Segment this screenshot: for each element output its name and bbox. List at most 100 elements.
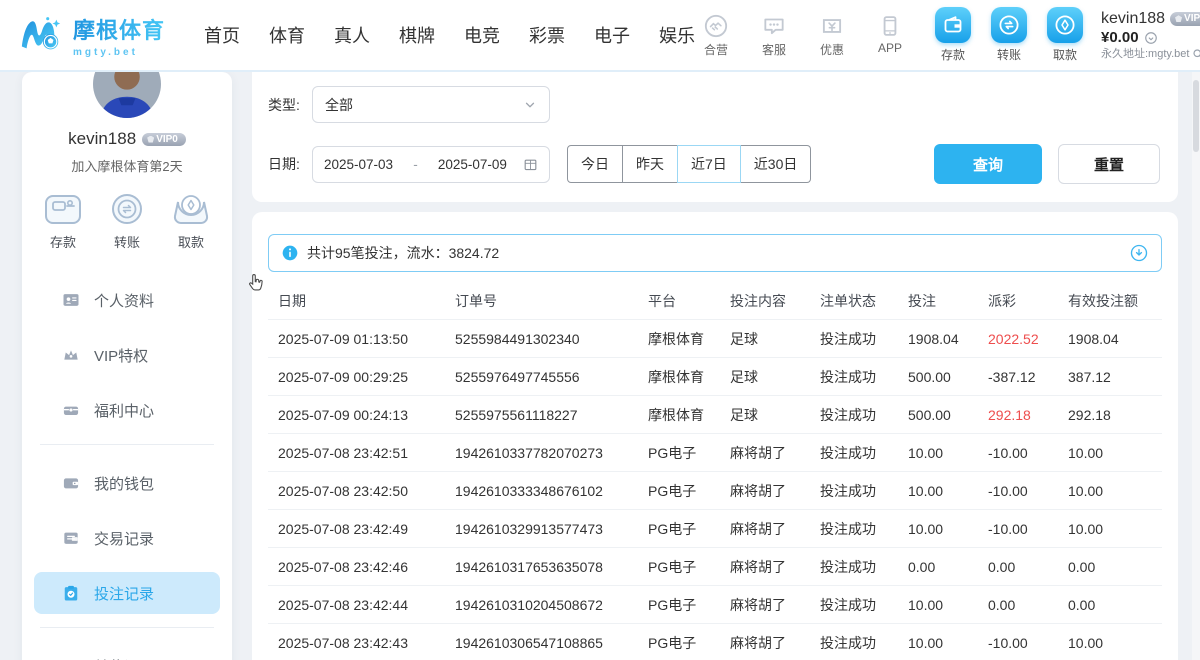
scrollbar-thumb[interactable] [1193,80,1199,152]
cell-order: 1942610337782070273 [455,445,648,461]
bet-records-panel: 共计95笔投注，流水：3824.72 日期订单号平台投注内容注单状态投注派彩有效… [252,212,1178,660]
vip-badge: VIP0 [1170,12,1200,27]
table-row: 2025-07-08 23:42:511942610337782070273PG… [268,433,1162,471]
header-action-0[interactable]: 存款 [935,7,971,63]
search-domain-icon[interactable] [1192,48,1200,60]
sidebar-item-label: 个人资料 [94,290,154,311]
col-header-5: 投注 [908,291,988,311]
quick-range-0[interactable]: 今日 [567,145,623,183]
nav-item-7[interactable]: 娱乐 [659,22,695,48]
sidebar-item-3[interactable]: 我的钱包 [34,462,220,504]
chevron-down-icon [523,98,537,112]
cell-platform: PG电子 [648,595,730,615]
col-header-0: 日期 [268,291,455,311]
nav-item-2[interactable]: 真人 [334,22,370,48]
cell-payout: 0.00 [988,597,1068,613]
sidebar-quick-actions: 存款转账取款 [22,192,232,251]
sidebar-item-4[interactable]: 交易记录 [34,517,220,559]
quick-range-3[interactable]: 近30日 [741,145,812,183]
logo-subtitle: mgty.bet [73,47,165,58]
permanent-domain: 永久地址:mgty.bet [1101,48,1189,62]
cell-date: 2025-07-08 23:42:44 [268,597,455,613]
cell-content: 麻将胡了 [730,443,820,463]
refresh-balance-icon[interactable] [1144,31,1158,45]
nav-item-6[interactable]: 电子 [594,22,630,48]
cell-payout: -10.00 [988,521,1068,537]
query-button[interactable]: 查询 [934,144,1042,184]
page-scrollbar[interactable] [1192,72,1200,660]
table-body: 2025-07-09 01:13:505255984491302340摩根体育足… [268,319,1162,660]
cell-bet: 0.00 [908,559,988,575]
cell-valid: 0.00 [1068,559,1162,575]
deposit-outline-icon [43,192,83,226]
cell-order: 1942610310204508672 [455,597,648,613]
sidebar-quick-2[interactable]: 取款 [171,192,211,251]
date-quick-range-group: 今日昨天近7日近30日 [567,145,811,183]
crown-icon [61,345,81,365]
balance: ¥0.00 [1101,29,1139,48]
header-wallet-actions: 存款转账取款 [935,7,1083,63]
header-link-1[interactable]: 客服 [753,13,795,58]
nav-item-0[interactable]: 首页 [204,22,240,48]
header-quick-links: 合营 客服优惠 APP [695,13,911,58]
download-icon[interactable] [1130,244,1148,262]
cell-date: 2025-07-08 23:42:43 [268,635,455,651]
nav-item-3[interactable]: 棋牌 [399,22,435,48]
user-info: kevin188 VIP0 ¥0.00 永久地址:mgty.bet [1101,9,1200,62]
header-link-0[interactable]: 合营 [695,13,737,58]
cell-payout: -10.00 [988,445,1068,461]
sidebar-item-5[interactable]: 投注记录 [34,572,220,614]
nav-item-5[interactable]: 彩票 [529,22,565,48]
cell-date: 2025-07-08 23:42:51 [268,445,455,461]
type-select[interactable]: 全部 [312,86,550,123]
withdraw-outline-icon [171,192,211,226]
sidebar-quick-1[interactable]: 转账 [107,192,147,251]
sidebar-quick-0[interactable]: 存款 [43,192,83,251]
table-row: 2025-07-08 23:42:431942610306547108865PG… [268,623,1162,660]
date-range-input[interactable]: 2025-07-03 - 2025-07-09 [312,146,550,183]
username[interactable]: kevin188 [1101,9,1165,29]
cell-date: 2025-07-08 23:42:50 [268,483,455,499]
table-row: 2025-07-09 00:29:255255976497745556摩根体育足… [268,357,1162,395]
nav-item-4[interactable]: 电竞 [464,22,500,48]
cell-valid: 292.18 [1068,407,1162,423]
cell-valid: 10.00 [1068,521,1162,537]
header-link-3[interactable]: APP [869,13,911,58]
nav-item-1[interactable]: 体育 [269,22,305,48]
joined-days: 加入摩根体育第2天 [22,156,232,175]
cell-valid: 387.12 [1068,369,1162,385]
quick-range-1[interactable]: 昨天 [623,145,678,183]
cell-order: 1942610329913577473 [455,521,648,537]
cell-bet: 500.00 [908,407,988,423]
reset-button[interactable]: 重置 [1058,144,1160,184]
header-action-2[interactable]: 取款 [1047,7,1083,63]
cell-platform: PG电子 [648,557,730,577]
cell-bet: 500.00 [908,369,988,385]
cell-platform: 摩根体育 [648,367,730,387]
sidebar-item-label: VIP特权 [94,345,148,366]
cell-status: 投注成功 [820,329,908,349]
sidebar-item-0[interactable]: 个人资料 [34,279,220,321]
header-link-label: 合营 [704,41,728,58]
transfer-icon [991,7,1027,43]
cell-order: 5255976497745556 [455,369,648,385]
table-row: 2025-07-08 23:42:461942610317653635078PG… [268,547,1162,585]
cell-content: 麻将胡了 [730,557,820,577]
sidebar-item-1[interactable]: VIP特权 [34,334,220,376]
header-link-label: 优惠 [820,41,844,58]
cell-order: 1942610317653635078 [455,559,648,575]
site-logo[interactable]: 摩根体育 mgty.bet [18,12,186,58]
cell-payout: -10.00 [988,635,1068,651]
header-action-1[interactable]: 转账 [991,7,1027,63]
cell-status: 投注成功 [820,443,908,463]
sidebar-item-6[interactable]: R兑奖记录 [34,645,220,660]
summary-text: 共计95笔投注，流水：3824.72 [307,243,1121,263]
sidebar-item-2[interactable]: 福利中心 [34,389,220,431]
cell-status: 投注成功 [820,595,908,615]
quick-range-2[interactable]: 近7日 [677,145,741,183]
header-link-2[interactable]: 优惠 [811,13,853,58]
col-header-2: 平台 [648,291,730,311]
cell-status: 投注成功 [820,633,908,653]
cell-valid: 10.00 [1068,483,1162,499]
sidebar-item-label: 我的钱包 [94,473,154,494]
